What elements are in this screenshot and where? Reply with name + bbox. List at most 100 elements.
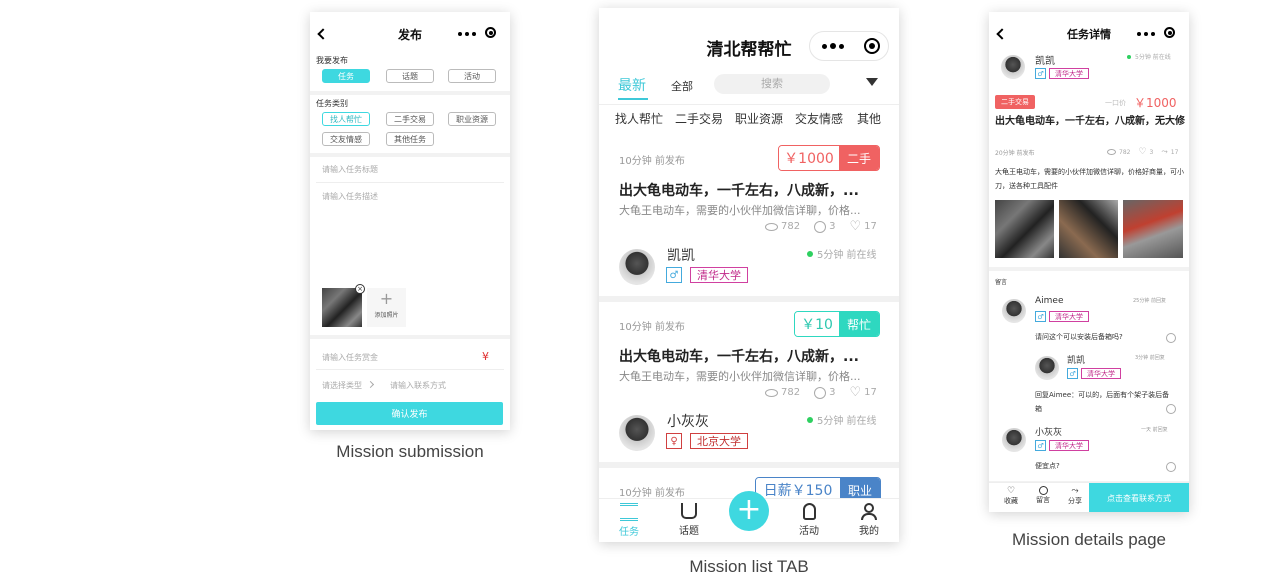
close-mini-program-icon[interactable] [864, 38, 880, 54]
male-icon: ♂ [1035, 311, 1046, 322]
online-time: 5分钟 前在线 [817, 250, 877, 261]
submission-screen: 发布 我要发布 任务 话题 活动 任务类别 找人帮忙 二手交易 职业资源 交友情… [310, 12, 510, 430]
add-photo-label: 添加照片 [374, 312, 399, 319]
like-count: 17 [1170, 148, 1179, 156]
tab-label: 话题 [679, 526, 699, 537]
price-amount: ￥1000 [779, 146, 839, 170]
action-label: 收藏 [1004, 497, 1018, 505]
contact-input[interactable]: 请输入联系方式 [390, 380, 446, 391]
comment-button[interactable]: 留言 [1033, 486, 1053, 505]
category-other[interactable]: 其他 [857, 110, 881, 127]
uploaded-photo [322, 288, 362, 327]
cat-career[interactable]: 职业资源 [448, 112, 496, 126]
reply-icon[interactable] [1166, 333, 1176, 343]
male-icon: ♂ [1035, 68, 1046, 79]
card-desc: 大龟王电动车，需要的小伙伴加微信详聊，价格... [619, 204, 861, 217]
like-icon[interactable]: ♡ [1138, 147, 1146, 157]
remove-photo-icon[interactable]: × [355, 284, 365, 294]
cat-other[interactable]: 其他任务 [386, 132, 434, 146]
reward-input[interactable]: 请输入任务赏金 [322, 352, 378, 363]
tab-all[interactable]: 全部 [671, 78, 693, 94]
heart-icon: ♡ [1006, 486, 1016, 496]
tab-mine[interactable]: 我的 [855, 503, 883, 537]
add-button[interactable]: + [729, 491, 769, 531]
filter-icon[interactable] [866, 78, 878, 86]
caption-submission: Mission submission [336, 442, 484, 461]
list-icon [620, 503, 638, 521]
price-type: 一口价 [1105, 99, 1126, 107]
avatar[interactable] [1002, 299, 1026, 323]
search-input[interactable]: 搜索 [714, 74, 830, 94]
comment-icon[interactable] [814, 220, 827, 233]
cat-second-hand[interactable]: 二手交易 [386, 112, 434, 126]
card-stats: 782 3 ♡ 17 [765, 219, 877, 234]
cat-social[interactable]: 交友情感 [322, 132, 370, 146]
male-icon: ♂ [1067, 368, 1078, 379]
avatar[interactable] [1002, 428, 1026, 452]
item-photo[interactable] [1123, 200, 1183, 258]
comment-icon [1038, 486, 1048, 495]
school-tag: 清华大学 [690, 267, 748, 283]
user-icon [864, 503, 874, 513]
item-photo[interactable] [995, 200, 1054, 258]
category-second-hand[interactable]: 二手交易 [675, 110, 723, 127]
type-task[interactable]: 任务 [322, 69, 370, 83]
action-label: 留言 [1036, 496, 1050, 504]
avatar[interactable] [1035, 356, 1059, 380]
like-count: 17 [864, 221, 877, 232]
reply-icon[interactable] [1166, 462, 1176, 472]
tab-label: 我的 [859, 526, 879, 537]
comment-time: 25分钟 前回复 [1133, 298, 1166, 304]
tab-tasks[interactable]: 任务 [615, 503, 643, 538]
avatar[interactable] [1001, 55, 1025, 79]
coffee-icon [681, 503, 697, 519]
tab-latest[interactable]: 最新 [618, 75, 646, 95]
category-label: 任务类别 [316, 99, 348, 108]
divider [310, 335, 510, 339]
more-icon[interactable] [458, 32, 476, 36]
submit-button[interactable]: 确认发布 [316, 402, 503, 425]
like-icon[interactable]: ♡ [849, 219, 861, 234]
comments-label: 留言 [995, 279, 1008, 286]
reply-icon[interactable] [1166, 404, 1176, 414]
post-time: 20分钟 前发布 [995, 150, 1035, 157]
category-social[interactable]: 交友情感 [795, 110, 843, 127]
price-label: 帮忙 [839, 312, 879, 336]
share-icon[interactable]: ⤳ [1161, 147, 1167, 157]
tab-activities[interactable]: 活动 [795, 503, 823, 537]
description-input[interactable]: 请输入任务描述 [322, 191, 502, 281]
avatar[interactable] [619, 249, 655, 285]
view-icon [765, 388, 778, 397]
type-topic[interactable]: 话题 [386, 69, 434, 83]
avatar[interactable] [619, 415, 655, 451]
mission-card[interactable]: 10分钟 前发布 ￥1000 二手 出大龟电动车，一千左右，八成新，... 大龟… [599, 136, 899, 296]
close-mini-program-icon[interactable] [485, 27, 496, 38]
like-icon[interactable]: ♡ [849, 385, 861, 400]
mission-card[interactable]: 10分钟 前发布 ￥10 帮忙 出大龟电动车，一千左右，八成新，... 大龟王电… [599, 302, 899, 462]
post-time: 10分钟 前发布 [619, 488, 685, 499]
male-icon: ♂ [1035, 440, 1046, 451]
title-input[interactable]: 请输入任务标题 [322, 164, 502, 175]
category-career[interactable]: 职业资源 [735, 110, 783, 127]
like-count: 17 [864, 387, 877, 398]
category-help[interactable]: 找人帮忙 [615, 110, 663, 127]
share-button[interactable]: ⤳ 分享 [1065, 486, 1085, 506]
comment-user: 小灰灰 [1035, 428, 1063, 438]
more-icon[interactable] [822, 43, 844, 49]
comment-icon[interactable] [814, 386, 827, 399]
close-mini-program-icon[interactable] [1164, 27, 1175, 38]
favorite-button[interactable]: ♡ 收藏 [1001, 486, 1021, 506]
cat-help[interactable]: 找人帮忙 [322, 112, 370, 126]
divider [316, 369, 504, 370]
type-activity[interactable]: 活动 [448, 69, 496, 83]
comment-text: 便宜点? [1035, 462, 1060, 470]
view-icon [765, 222, 778, 231]
item-photo[interactable] [1059, 200, 1118, 258]
online-dot [1127, 54, 1131, 59]
add-photo-button[interactable]: + 添加照片 [367, 288, 406, 327]
view-contact-button[interactable]: 点击查看联系方式 [1089, 483, 1189, 512]
tab-topics[interactable]: 话题 [675, 503, 703, 537]
type-select[interactable]: 请选择类型 [322, 380, 362, 391]
more-icon[interactable] [1137, 32, 1155, 36]
tab-label: 任务 [619, 527, 639, 538]
